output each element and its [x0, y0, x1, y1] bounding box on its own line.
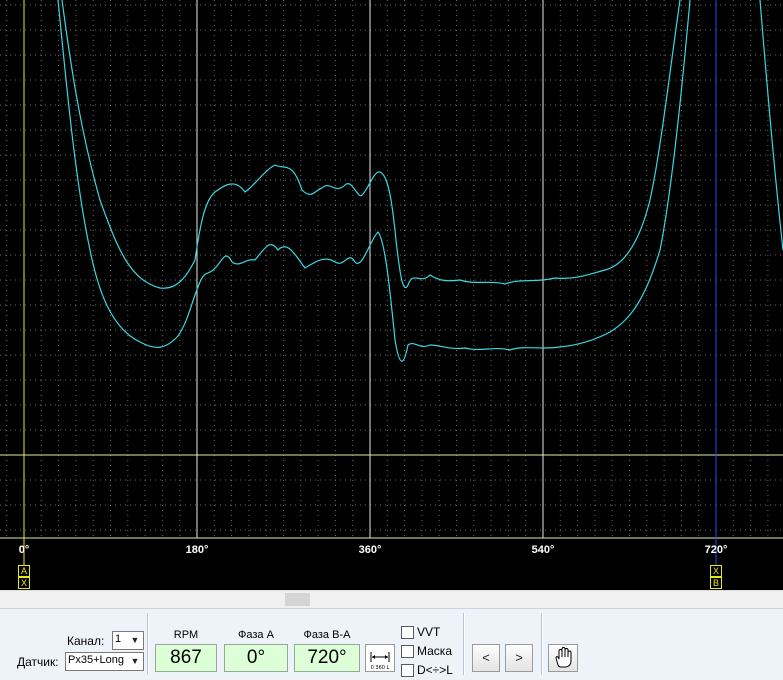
x-tick-label: 540° [532, 544, 555, 556]
x-tick-label: 720° [705, 544, 728, 556]
scrollbar-thumb[interactable] [285, 593, 310, 606]
phase-ba-label: Фаза B-A [303, 629, 351, 641]
prev-button[interactable]: < [472, 644, 500, 672]
chevron-left-icon: < [482, 650, 490, 665]
range-360-button[interactable]: 0 360 L [365, 644, 395, 672]
range-icon-text: 0 360 L [371, 665, 390, 671]
cursor-a-x: X [18, 577, 30, 589]
waveform-trace-upper [61, 0, 681, 289]
rpm-value: 867 [155, 644, 217, 672]
waveform-trace-next-cycle [759, 0, 783, 251]
vvt-checkbox[interactable]: VVT [401, 625, 440, 639]
divider [463, 613, 465, 675]
sensor-value: Px35+Long [68, 654, 124, 666]
divider [541, 613, 543, 675]
checkbox-box[interactable] [401, 644, 414, 658]
channel-value: 1 [115, 633, 122, 645]
phase-a-label: Фаза A [238, 629, 274, 641]
cursor-a-letter: A [18, 565, 30, 577]
cursor-b-marker[interactable]: X B [710, 565, 722, 589]
vvt-label: VVT [417, 625, 441, 639]
x-tick-label: 0° [19, 544, 30, 556]
chevron-down-icon: ▼ [130, 656, 140, 666]
dl-checkbox[interactable]: D<÷>L [401, 663, 453, 677]
pan-button[interactable] [548, 644, 578, 672]
checkbox-box[interactable] [401, 663, 414, 677]
range-measure-icon: 0 360 L [370, 652, 390, 671]
mask-label: Маска [417, 644, 452, 658]
dl-label: D<÷>L [417, 663, 453, 677]
divider [147, 613, 149, 675]
next-button[interactable]: > [505, 644, 533, 672]
sensor-label: Датчик: [17, 655, 59, 669]
x-tick-label: 180° [186, 544, 209, 556]
x-tick-label: 360° [359, 544, 382, 556]
phase-ba-value: 720° [294, 644, 360, 672]
control-panel: Канал: 1 ▼ Датчик: Px35+Long ▼ RPM 867 Ф… [0, 608, 783, 679]
channel-select[interactable]: 1 ▼ [112, 631, 144, 650]
oscilloscope-plot[interactable]: 0° 180° 360° 540° 720° A X X B [0, 0, 783, 590]
channel-label: Канал: [67, 634, 105, 648]
rpm-label: RPM [173, 629, 199, 641]
chevron-right-icon: > [515, 650, 523, 665]
cursor-a-marker[interactable]: A X [18, 565, 30, 589]
hand-icon [555, 646, 572, 668]
phase-a-value: 0° [224, 644, 288, 672]
sensor-select[interactable]: Px35+Long ▼ [65, 652, 144, 671]
mask-checkbox[interactable]: Маска [401, 644, 452, 658]
horizontal-scrollbar[interactable] [0, 590, 783, 607]
checkbox-box[interactable] [401, 625, 414, 639]
chevron-down-icon: ▼ [130, 635, 140, 645]
cursor-b-x: X [710, 565, 722, 577]
cursor-b-letter: B [710, 577, 722, 589]
waveform-canvas[interactable]: 0° 180° 360° 540° 720° [0, 0, 783, 590]
